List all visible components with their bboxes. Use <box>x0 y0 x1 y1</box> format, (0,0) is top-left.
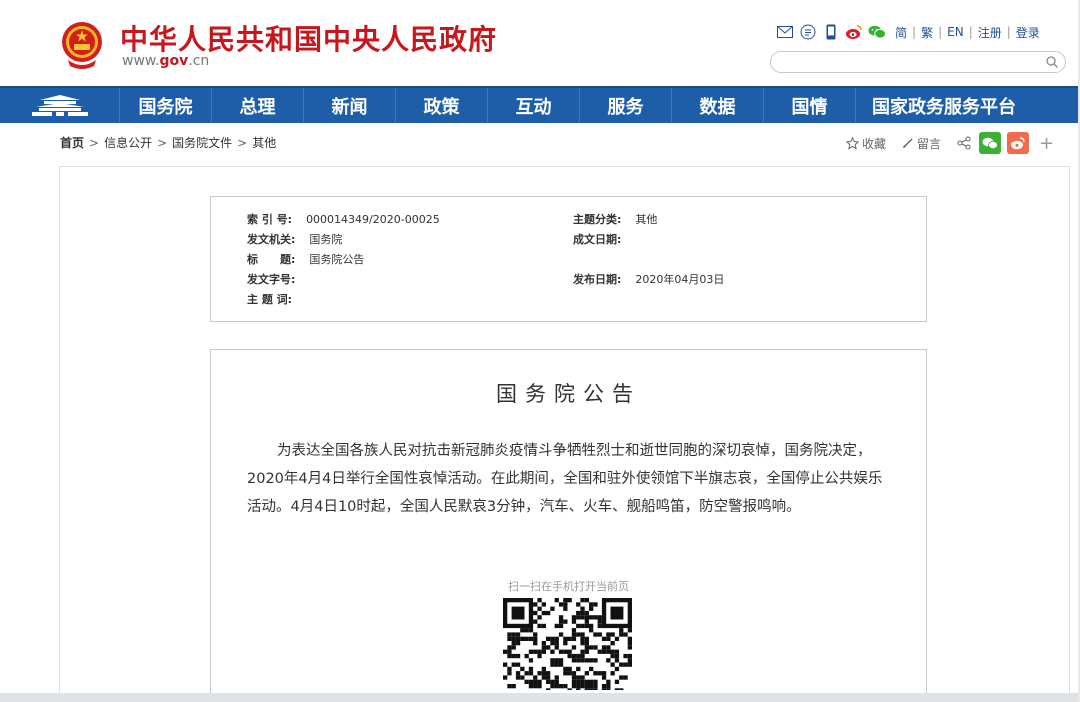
favorite-label: 收藏 <box>862 136 887 151</box>
chevron-right-icon: > <box>157 135 168 150</box>
document-metadata: 索 引 号: 000014349/2020-00025 主题分类: 其他 发文机关:… <box>210 196 927 322</box>
comment-label: 留言 <box>917 136 942 151</box>
nav-item-services[interactable]: 服务 <box>580 88 672 123</box>
nav-item-national-info[interactable]: 国情 <box>764 88 856 123</box>
bottom-scroll-edge <box>0 693 1080 702</box>
wechat-icon[interactable] <box>868 23 886 41</box>
meta-issuer-label: 发文机关: <box>247 233 296 246</box>
favorite-button[interactable]: 收藏 <box>846 135 886 152</box>
top-toolbar: 简 | 繁 | EN | 注册 | 登录 <box>776 23 1040 41</box>
meta-doc-no-label: 发文字号: <box>247 273 296 286</box>
url-domain: gov <box>159 53 189 69</box>
article-title: 国务院公告 <box>496 382 641 406</box>
meta-issuer: 发文机关: 国务院 <box>247 231 342 247</box>
meta-title-value: 国务院公告 <box>309 253 365 266</box>
nav-item-interaction[interactable]: 互动 <box>488 88 580 123</box>
breadcrumb-home[interactable]: 首页 <box>60 134 84 151</box>
meta-title: 标 题: 国务院公告 <box>247 251 364 267</box>
breadcrumb-info-disclosure[interactable]: 信息公开 <box>104 134 152 151</box>
breadcrumb: 首页 > 信息公开 > 国务院文件 > 其他 <box>60 134 276 151</box>
site-url[interactable]: www.gov.cn <box>122 53 209 69</box>
meta-publish-label: 发布日期: <box>573 273 622 286</box>
chevron-right-icon: > <box>237 135 248 150</box>
subscribe-icon[interactable] <box>799 23 817 41</box>
weibo-icon[interactable] <box>845 23 863 41</box>
share-button[interactable] <box>957 136 971 150</box>
meta-publish-value: 2020年04月03日 <box>635 273 725 286</box>
nav-item-gov-service-platform[interactable]: 国家政务服务平台 <box>856 88 1032 123</box>
breadcrumb-state-council-docs[interactable]: 国务院文件 <box>172 134 232 151</box>
meta-written-date: 成文日期: <box>573 231 635 247</box>
breadcrumb-other[interactable]: 其他 <box>252 134 276 151</box>
weibo-share-button[interactable] <box>1007 132 1030 154</box>
nav-item-data[interactable]: 数据 <box>672 88 764 123</box>
weibo-icon <box>1011 137 1025 150</box>
main-nav: 国务院 总理 新闻 政策 互动 服务 数据 国情 国家政务服务平台 <box>0 86 1080 123</box>
url-suffix: .cn <box>188 53 210 69</box>
chevron-right-icon: > <box>89 135 100 150</box>
qr-caption: 扫一扫在手机打开当前页 <box>508 580 629 593</box>
share-icon <box>957 136 971 150</box>
meta-keywords: 主 题 词: <box>247 291 306 307</box>
meta-doc-number: 发文字号: <box>247 271 309 287</box>
meta-issuer-value: 国务院 <box>309 233 343 246</box>
pencil-icon <box>903 138 913 148</box>
meta-title-label: 标 题: <box>247 253 296 266</box>
mobile-icon[interactable] <box>822 23 840 41</box>
site-title[interactable]: 中华人民共和国中央人民政府 <box>120 18 497 58</box>
share-tools: 收藏 留言 + <box>846 132 1054 154</box>
nav-item-policy[interactable]: 政策 <box>396 88 488 123</box>
site-header: 中华人民共和国中央人民政府 www.gov.cn 简 | 繁 | EN | 注册 | 登… <box>0 0 1080 86</box>
wechat-icon <box>982 137 998 149</box>
language-links: 简 | 繁 | EN | 注册 | 登录 <box>895 24 1040 41</box>
wechat-share-button[interactable] <box>979 132 1002 154</box>
more-share-button[interactable]: + <box>1039 133 1054 154</box>
link-english[interactable]: EN <box>947 25 964 39</box>
star-icon <box>846 136 859 150</box>
search-input[interactable] <box>770 51 1066 73</box>
mail-icon[interactable] <box>776 23 794 41</box>
link-simplified[interactable]: 简 <box>895 24 907 41</box>
nav-item-premier[interactable]: 总理 <box>212 88 304 123</box>
link-register[interactable]: 注册 <box>978 24 1002 41</box>
link-traditional[interactable]: 繁 <box>921 24 933 41</box>
meta-topic: 主题分类: 其他 <box>573 211 657 227</box>
tiananmen-icon <box>31 94 88 116</box>
qr-code <box>503 598 632 690</box>
nav-item-news[interactable]: 新闻 <box>304 88 396 123</box>
meta-topic-value: 其他 <box>635 213 658 226</box>
meta-written-label: 成文日期: <box>573 233 622 246</box>
meta-index-label: 索 引 号: <box>247 213 293 226</box>
nav-home[interactable] <box>0 88 120 123</box>
comment-button[interactable]: 留言 <box>902 135 941 152</box>
national-emblem-logo[interactable] <box>60 20 104 70</box>
article-text: 为表达全国各族人民对抗击新冠肺炎疫情斗争牺牲烈士和逝世同胞的深切哀悼，国务院决定… <box>247 443 883 515</box>
meta-topic-label: 主题分类: <box>573 213 622 226</box>
meta-publish-date: 发布日期: 2020年04月03日 <box>573 271 724 287</box>
meta-index: 索 引 号: 000014349/2020-00025 <box>247 211 440 227</box>
url-prefix: www. <box>122 53 160 69</box>
article-body: 国务院公告 为表达全国各族人民对抗击新冠肺炎疫情斗争牺牲烈士和逝世同胞的深切哀悼… <box>210 349 927 702</box>
meta-keywords-label: 主 题 词: <box>247 293 293 306</box>
nav-item-state-council[interactable]: 国务院 <box>120 88 212 123</box>
search-icon[interactable] <box>1045 55 1059 69</box>
meta-index-value: 000014349/2020-00025 <box>306 213 440 226</box>
link-login[interactable]: 登录 <box>1016 24 1040 41</box>
